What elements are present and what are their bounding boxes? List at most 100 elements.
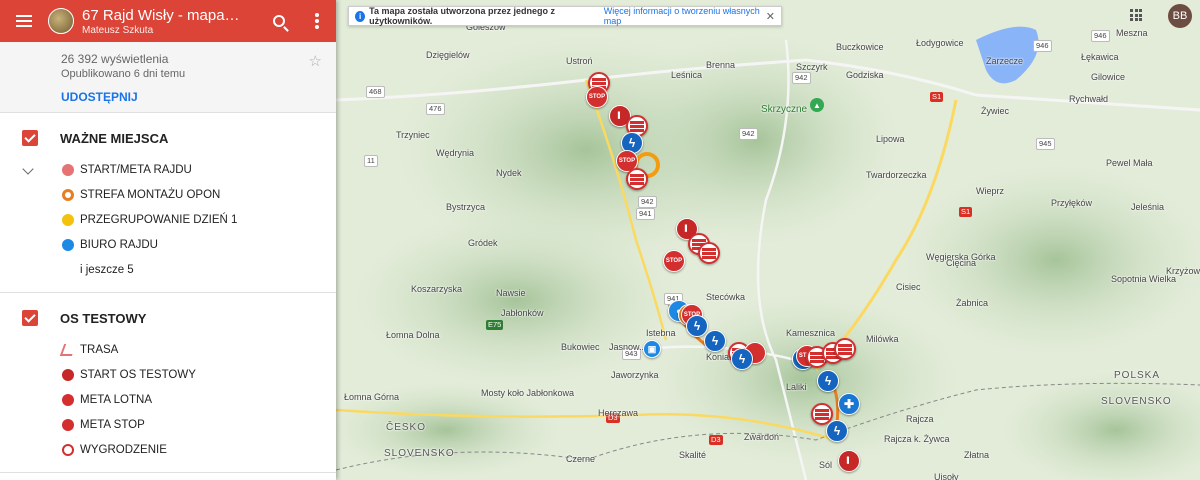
stop-marker[interactable]: STOP [586,86,608,108]
start-finish-icon [62,163,74,176]
layer-title: OS TESTOWY [60,310,147,326]
place-label: Rajcza [906,414,934,424]
road-label-945: 945 [1036,138,1055,150]
place-label: Kamesznica [786,328,836,338]
place-label: Łomna Dolna [386,330,440,340]
barrier-marker[interactable] [626,168,648,190]
place-label: Stecówka [706,292,746,302]
map-title[interactable]: 67 Rajd Wisły - mapa i... [82,7,240,24]
place-label: Twardorzeczka [866,170,927,180]
item-label: META LOTNA [80,393,152,406]
layer-checkbox-wazne-miejsca[interactable] [22,130,38,146]
place-label: Szczyrk [796,62,828,72]
list-item-start-os[interactable]: START OS TESTOWY [0,362,336,387]
published-date: Opublikowano 6 dni temu [61,68,186,80]
place-label: Łękawica [1081,52,1119,62]
place-label: Czerne [566,454,596,464]
item-label: PRZEGRUPOWANIE DZIEŃ 1 [80,213,238,226]
stop-marker[interactable]: STOP [663,250,685,272]
country-label: SLOVENSKO [384,448,455,459]
place-label: Rajcza k. Żywca [884,434,950,444]
mountain-peak-icon[interactable]: ▲ [810,98,824,112]
search-icon [273,15,285,27]
place-label: Krzyżowa [1166,266,1200,276]
place-label: Koszarzyska [411,284,463,294]
search-button[interactable] [260,0,298,42]
place-label: Mesznа [1116,28,1148,38]
list-item-strefa-opon[interactable]: STREFA MONTAŻU OPON [0,182,336,207]
place-label: Jaworzynka [611,370,659,380]
place-label: Ujsoły [934,472,959,480]
place-label: Nawsie [496,288,526,298]
item-label: WYGRODZENIE [80,443,167,456]
list-item-meta-lotna[interactable]: META LOTNA [0,387,336,412]
list-item-wygrodzenie[interactable]: WYGRODZENIE [0,437,336,462]
list-item-przegrupowanie[interactable]: PRZEGRUPOWANIE DZIEŃ 1 [0,207,336,232]
country-label: ČESKO [386,422,427,433]
test-start-icon [62,368,74,381]
bolt-marker[interactable]: ϟ [704,330,726,352]
list-item-biuro[interactable]: BIURO RAJDU [0,232,336,257]
item-label: META STOP [80,418,145,431]
view-count: 26 392 wyświetlenia [61,52,169,66]
apps-grid-icon[interactable] [1130,9,1142,21]
road-label-942c: 942 [638,196,657,208]
place-label: Łodygowice [916,38,964,48]
place-label: Rychwałd [1069,94,1109,104]
list-item-start-meta[interactable]: START/META RAJDU [0,157,336,182]
item-label: START OS TESTOWY [80,368,196,381]
barrier-marker[interactable] [698,242,720,264]
bus-marker[interactable]: ▣ [643,340,661,358]
place-label: Trzyniec [396,130,430,140]
flag-marker[interactable]: ▌ [838,450,860,472]
place-label: Pewel Mała [1106,158,1153,168]
poi-label[interactable]: Skrzyczne [761,104,807,115]
road-label-946: 946 [1033,40,1052,52]
more-items-link[interactable]: i jeszcze 5 [0,257,336,282]
country-label: POLSKA [1114,370,1161,381]
place-label: Gilowice [1091,72,1126,82]
list-item-trasa[interactable]: TRASA [0,337,336,362]
item-label: TRASA [80,343,119,356]
user-avatar[interactable]: BB [1168,4,1192,28]
place-label: Mosty koło Jabłonkowa [481,388,575,398]
more-options-button[interactable] [298,0,336,42]
bolt-marker[interactable]: ϟ [826,420,848,442]
medical-marker[interactable]: ✚ [838,393,860,415]
map-author[interactable]: Mateusz Szkuta [82,25,260,36]
road-label-942: 942 [792,72,811,84]
place-label: Skalité [679,450,707,460]
route-icon [59,343,77,356]
road-label-s1: S1 [930,92,944,102]
place-label: Laliki [786,382,807,392]
place-label: Istebna [646,328,676,338]
road-label-468: 468 [366,86,385,98]
close-icon[interactable]: ✕ [766,10,775,23]
place-label: Leśnica [671,70,703,80]
place-label: Żabnica [956,298,989,308]
menu-icon[interactable] [0,0,48,42]
place-label: Jeleśnia [1131,202,1165,212]
star-icon[interactable]: ☆ [309,52,322,70]
layer-os-testowy: OS TESTOWY TRASA START OS TESTOWY META L… [0,293,336,473]
rally-office-icon [62,238,74,251]
list-item-meta-stop[interactable]: META STOP [0,412,336,437]
place-label: Jasnow... [609,342,647,352]
bolt-marker[interactable]: ϟ [686,315,708,337]
place-label: Żywiec [981,106,1010,116]
share-button[interactable]: UDOSTĘPNIJ [61,90,336,104]
item-label: BIURO RAJDU [80,238,158,251]
place-label: Lipowa [876,134,905,144]
place-label: Gródek [468,238,498,248]
notice-text: Ta mapa została utworzona przez jednego … [369,6,555,26]
bolt-marker[interactable]: ϟ [731,348,753,370]
barrier-marker[interactable] [834,338,856,360]
road-label-942b: 942 [739,128,758,140]
bolt-marker[interactable]: ϟ [817,370,839,392]
layer-checkbox-os-testowy[interactable] [22,310,38,326]
map-canvas[interactable]: i Ta mapa została utworzona przez jedneg… [336,0,1200,480]
map-titles: 67 Rajd Wisły - mapa i... Mateusz Szkuta [82,7,260,36]
place-label: Godziska [846,70,884,80]
notice-link[interactable]: Więcej informacji o tworzeniu własnych m… [604,6,766,26]
place-label: Zarzecze [986,56,1024,66]
